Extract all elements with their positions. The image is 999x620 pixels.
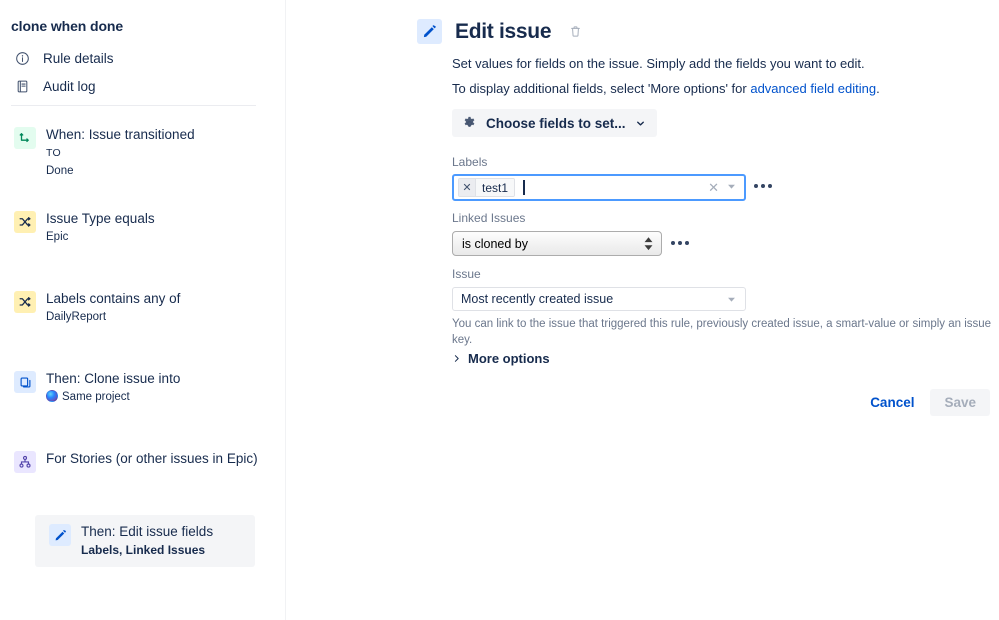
sidebar-item-label: Rule details (43, 50, 114, 66)
rule-step-title: Then: Clone issue into (46, 371, 181, 386)
rule-step-subtitle-value: Same project (46, 389, 272, 406)
rule-step-clone-issue-into[interactable]: Then: Clone issue into Same project (0, 362, 286, 414)
chevron-right-icon (452, 354, 461, 363)
pencil-icon (417, 19, 442, 44)
choose-fields-label: Choose fields to set... (486, 115, 626, 131)
copy-icon (14, 371, 36, 393)
more-options-label: More options (468, 351, 550, 366)
project-avatar-icon (46, 390, 58, 402)
description-prefix: To display additional fields, select 'Mo… (452, 81, 751, 96)
rule-step-subtitle-text: Same project (62, 391, 130, 403)
more-options-toggle[interactable]: More options (452, 351, 550, 366)
document-icon (14, 78, 30, 94)
clear-icon[interactable]: ✕ (708, 181, 719, 194)
linked-issues-more-menu-icon[interactable] (671, 241, 689, 245)
rule-step-subtitle-value: Done (46, 165, 74, 177)
panel-header: Edit issue (417, 19, 583, 44)
issue-dropdown[interactable]: Most recently created issue (452, 287, 746, 311)
rule-step-edit-issue-fields[interactable]: Then: Edit issue fields Labels, Linked I… (35, 515, 255, 567)
issue-field-hint: You can link to the issue that triggered… (452, 318, 992, 346)
rule-step-text: When: Issue transitioned TO Done (46, 126, 272, 180)
automation-rule-editor-page: clone when done Rule details Audit log W… (0, 0, 999, 620)
rule-step-list: When: Issue transitioned TO Done Issue T… (0, 118, 286, 567)
pencil-icon (49, 524, 71, 546)
rule-sidebar: clone when done Rule details Audit log W… (0, 0, 286, 620)
rule-step-title: Issue Type equals (46, 211, 155, 226)
page-title: Edit issue (455, 19, 552, 43)
rule-step-title: Labels contains any of (46, 291, 181, 306)
panel-description-line-1: Set values for fields on the issue. Simp… (452, 56, 865, 71)
sidebar-item-audit-log[interactable]: Audit log (0, 72, 286, 100)
linked-issues-selected-value: is cloned by (462, 236, 529, 251)
save-button[interactable]: Save (930, 389, 990, 416)
rule-step-text: Labels contains any of DailyReport (46, 290, 272, 326)
rule-step-title: For Stories (or other issues in Epic) (46, 451, 258, 466)
choose-fields-button[interactable]: Choose fields to set... (452, 109, 657, 137)
issue-field-label: Issue (452, 267, 481, 281)
component-detail-panel: Edit issue Set values for fields on the … (286, 0, 999, 620)
rule-step-subtitle-value: Labels, Linked Issues (81, 543, 206, 557)
info-circle-icon (14, 50, 30, 66)
multiselect-controls: ✕ (708, 179, 742, 197)
sidebar-item-rule-details[interactable]: Rule details (0, 44, 286, 72)
stepper-arrows-icon (644, 236, 653, 251)
branch-icon (14, 451, 36, 473)
labels-multiselect[interactable]: ✕ test1 ✕ (452, 174, 746, 201)
condition-icon (14, 211, 36, 233)
sidebar-nav: Rule details Audit log (0, 44, 286, 100)
rule-step-text: Then: Clone issue into Same project (46, 370, 272, 406)
chevron-down-icon[interactable] (726, 179, 737, 197)
panel-description-line-2: To display additional fields, select 'Mo… (452, 80, 880, 98)
rule-step-title: When: Issue transitioned (46, 127, 195, 142)
issue-selected-value: Most recently created issue (461, 292, 614, 306)
chevron-down-icon (726, 294, 737, 305)
gear-icon (462, 116, 477, 131)
rule-step-subtitle-to: TO (46, 147, 61, 159)
labels-more-menu-icon[interactable] (754, 184, 772, 188)
rule-step-text: For Stories (or other issues in Epic) (46, 450, 272, 468)
rule-step-text: Issue Type equals Epic (46, 210, 272, 246)
rule-step-title: Then: Edit issue fields (81, 524, 214, 539)
sidebar-item-label: Audit log (43, 78, 96, 94)
condition-icon (14, 291, 36, 313)
cancel-button[interactable]: Cancel (862, 389, 922, 416)
description-suffix: . (876, 81, 880, 96)
rule-step-when-issue-transitioned[interactable]: When: Issue transitioned TO Done (0, 118, 286, 188)
trash-icon[interactable] (567, 24, 583, 40)
labels-field-label: Labels (452, 155, 488, 169)
text-caret (523, 180, 526, 195)
rule-step-subtitle-value: DailyReport (46, 311, 107, 323)
rule-step-issue-type-equals[interactable]: Issue Type equals Epic (0, 202, 286, 254)
linked-issues-select[interactable]: is cloned by (452, 231, 662, 256)
sidebar-divider (11, 105, 256, 106)
chevron-down-icon (635, 118, 646, 129)
rule-title: clone when done (11, 18, 124, 34)
rule-step-subtitle-value: Epic (46, 231, 69, 243)
linked-issues-field-label: Linked Issues (452, 211, 526, 225)
rule-step-for-stories-branch[interactable]: For Stories (or other issues in Epic) (0, 442, 286, 481)
form-actions: Cancel Save (862, 389, 990, 416)
close-icon[interactable]: ✕ (459, 179, 476, 196)
labels-tag-label: test1 (476, 179, 515, 196)
rule-step-labels-contains-any-of[interactable]: Labels contains any of DailyReport (0, 282, 286, 334)
labels-tag: ✕ test1 (458, 178, 516, 197)
advanced-field-editing-link[interactable]: advanced field editing (750, 81, 876, 96)
transition-icon (14, 127, 36, 149)
rule-step-text: Then: Edit issue fields Labels, Linked I… (81, 523, 241, 559)
